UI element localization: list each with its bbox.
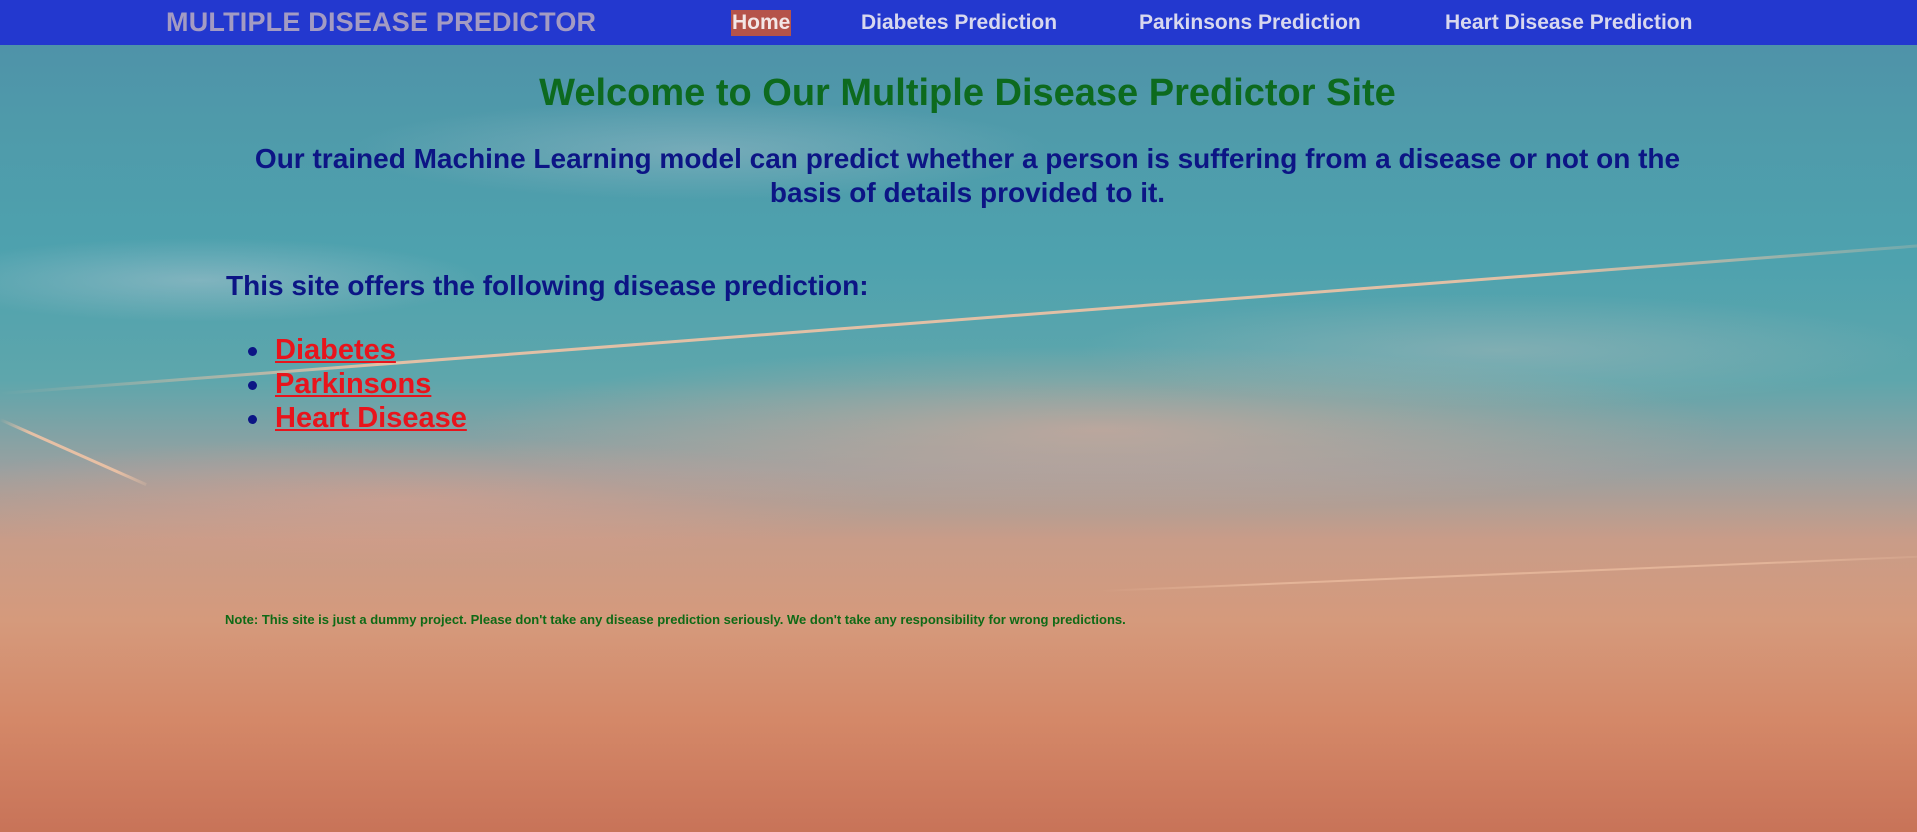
list-item: Heart Disease: [226, 401, 467, 435]
nav-link-heart-disease-prediction[interactable]: Heart Disease Prediction: [1445, 11, 1692, 35]
bullet-icon: [248, 381, 257, 390]
welcome-heading: Welcome to Our Multiple Disease Predicto…: [539, 72, 1396, 114]
list-item: Diabetes: [226, 333, 467, 367]
bullet-icon: [248, 415, 257, 424]
intro-paragraph: Our trained Machine Learning model can p…: [254, 143, 1681, 208]
brand-title: MULTIPLE DISEASE PREDICTOR: [166, 7, 597, 37]
offers-heading: This site offers the following disease p…: [226, 270, 869, 301]
contrail: [1099, 555, 1917, 592]
disclaimer-note: Note: This site is just a dummy project.…: [225, 612, 1126, 627]
disease-link-parkinsons[interactable]: Parkinsons: [275, 368, 431, 400]
disease-link-heart-disease[interactable]: Heart Disease: [275, 402, 467, 434]
nav-link-parkinsons-prediction[interactable]: Parkinsons Prediction: [1139, 11, 1361, 35]
top-navbar: MULTIPLE DISEASE PREDICTOR Home Diabetes…: [0, 0, 1917, 45]
list-item: Parkinsons: [226, 367, 467, 401]
nav-link-diabetes-prediction[interactable]: Diabetes Prediction: [861, 11, 1057, 35]
nav-link-home[interactable]: Home: [731, 10, 792, 36]
disease-link-diabetes[interactable]: Diabetes: [275, 334, 396, 366]
bullet-icon: [248, 347, 257, 356]
disease-list: Diabetes Parkinsons Heart Disease: [226, 333, 467, 435]
contrail: [0, 418, 147, 486]
